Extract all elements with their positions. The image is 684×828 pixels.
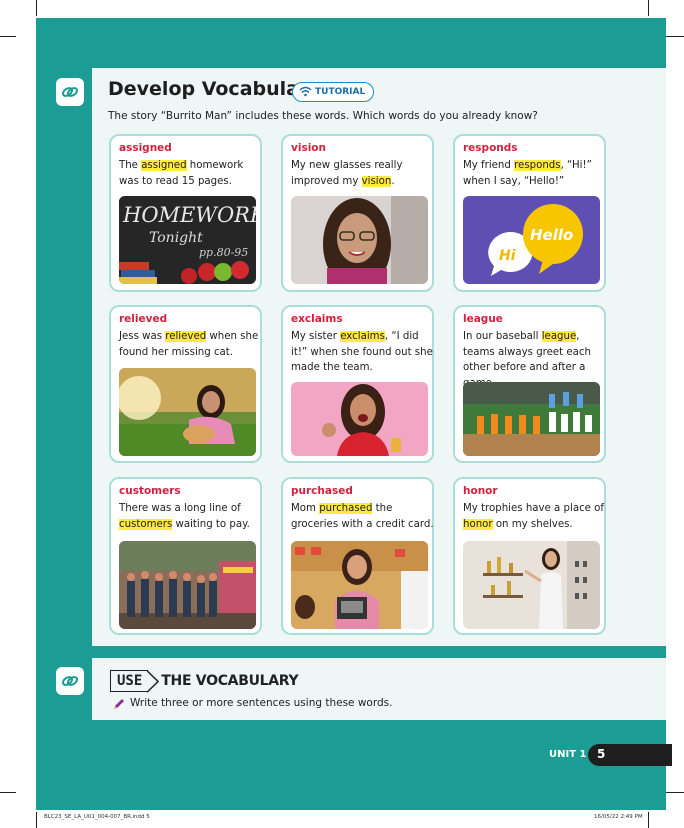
svg-text:Hello: Hello	[530, 226, 573, 244]
vocab-card-customers: customers There was a long line of custo…	[109, 477, 262, 635]
crop-mark	[648, 0, 649, 16]
use-vocabulary-heading: USE THE VOCABULARY	[110, 669, 299, 693]
vocab-word: exclaims	[291, 313, 343, 325]
vocab-word: assigned	[119, 142, 172, 154]
use-tag: USE	[110, 670, 149, 692]
vocab-word: vision	[291, 142, 326, 154]
page-subtitle: The story “Burrito Man” includes these w…	[108, 110, 538, 122]
crop-mark	[36, 0, 37, 16]
link-icon[interactable]	[56, 667, 84, 695]
svg-text:HOMEWORK: HOMEWORK	[122, 203, 256, 227]
tutorial-button[interactable]: TUTORIAL	[292, 82, 375, 102]
vocab-word: responds	[463, 142, 518, 154]
print-date: 16/05/22 2:49 PM	[594, 814, 643, 820]
pencil-icon	[114, 699, 124, 709]
baseball-teams-photo	[463, 382, 600, 456]
highlighted-word: customers	[119, 518, 173, 530]
girl-with-glasses-photo	[291, 196, 428, 284]
svg-text:Hi: Hi	[499, 248, 516, 264]
crop-mark	[36, 812, 37, 828]
highlighted-word: responds	[514, 160, 561, 171]
use-instruction: Write three or more sentences using thes…	[130, 697, 393, 709]
vocab-card-league: league In our baseball league, teams alw…	[453, 305, 606, 463]
crop-mark	[648, 812, 649, 828]
vocab-card-assigned: assigned The assigned homework was to re…	[109, 134, 262, 292]
vocab-word: league	[463, 313, 503, 325]
highlighted-word: purchased	[319, 503, 373, 514]
unit-label: UNIT 1	[549, 749, 587, 760]
crop-mark	[666, 792, 684, 793]
svg-text:Tonight: Tonight	[149, 230, 203, 246]
wifi-icon	[299, 86, 312, 97]
vocab-card-relieved: relieved Jess was relieved when she foun…	[109, 305, 262, 463]
trophy-shelf-photo	[463, 541, 600, 629]
vocab-sentence: There was a long line of customers waiti…	[119, 503, 250, 530]
vocab-sentence: My trophies have a place of honor on my …	[463, 503, 604, 530]
line-of-customers-photo	[119, 541, 256, 629]
speech-bubbles-illustration: Hi Hello	[463, 196, 600, 284]
link-icon[interactable]	[56, 78, 84, 106]
vocab-word: honor	[463, 485, 498, 497]
homework-chalkboard-photo: HOMEWORK Tonight pp.80-95	[119, 196, 256, 284]
vocab-card-purchased: purchased Mom purchased the groceries wi…	[281, 477, 434, 635]
page-number: 5	[597, 747, 606, 761]
highlighted-word: league	[541, 331, 577, 342]
use-heading-text: THE VOCABULARY	[161, 673, 299, 689]
girl-with-cat-photo	[119, 368, 256, 456]
vocab-sentence: My friend responds, “Hi!” when I say, “H…	[463, 160, 592, 187]
print-slug: BLC23_SE_LA_U01_004-007_BR.indd 5	[44, 814, 150, 820]
vocab-sentence: My new glasses really improved my vision…	[291, 160, 403, 187]
vocab-sentence: Jess was relieved when she found her mis…	[119, 331, 259, 358]
vocab-card-honor: honor My trophies have a place of honor …	[453, 477, 606, 635]
vocab-card-exclaims: exclaims My sister exclaims, “I did it!”…	[281, 305, 434, 463]
page-title: Develop Vocabulary	[108, 78, 321, 100]
crop-mark	[0, 36, 16, 37]
arrow-tag-icon	[147, 669, 160, 693]
vocab-word: relieved	[119, 313, 168, 325]
excited-girl-photo	[291, 382, 428, 456]
highlighted-word: vision	[361, 175, 392, 187]
highlighted-word: assigned	[141, 160, 187, 171]
tutorial-label: TUTORIAL	[315, 87, 366, 97]
vocab-word: purchased	[291, 485, 353, 497]
grocery-checkout-photo	[291, 541, 428, 629]
crop-mark	[0, 792, 16, 793]
svg-text:pp.80-95: pp.80-95	[199, 246, 248, 259]
vocab-card-responds: responds My friend responds, “Hi!” when …	[453, 134, 606, 292]
highlighted-word: honor	[463, 518, 493, 530]
highlighted-word: exclaims	[340, 331, 385, 342]
vocab-card-vision: vision My new glasses really improved my…	[281, 134, 434, 292]
vocab-sentence: My sister exclaims, “I did it!” when she…	[291, 331, 433, 373]
vocab-word: customers	[119, 485, 181, 497]
crop-mark	[666, 36, 684, 37]
vocab-sentence: Mom purchased the groceries with a credi…	[291, 503, 434, 530]
vocab-sentence: The assigned homework was to read 15 pag…	[119, 160, 244, 187]
highlighted-word: relieved	[165, 331, 207, 342]
